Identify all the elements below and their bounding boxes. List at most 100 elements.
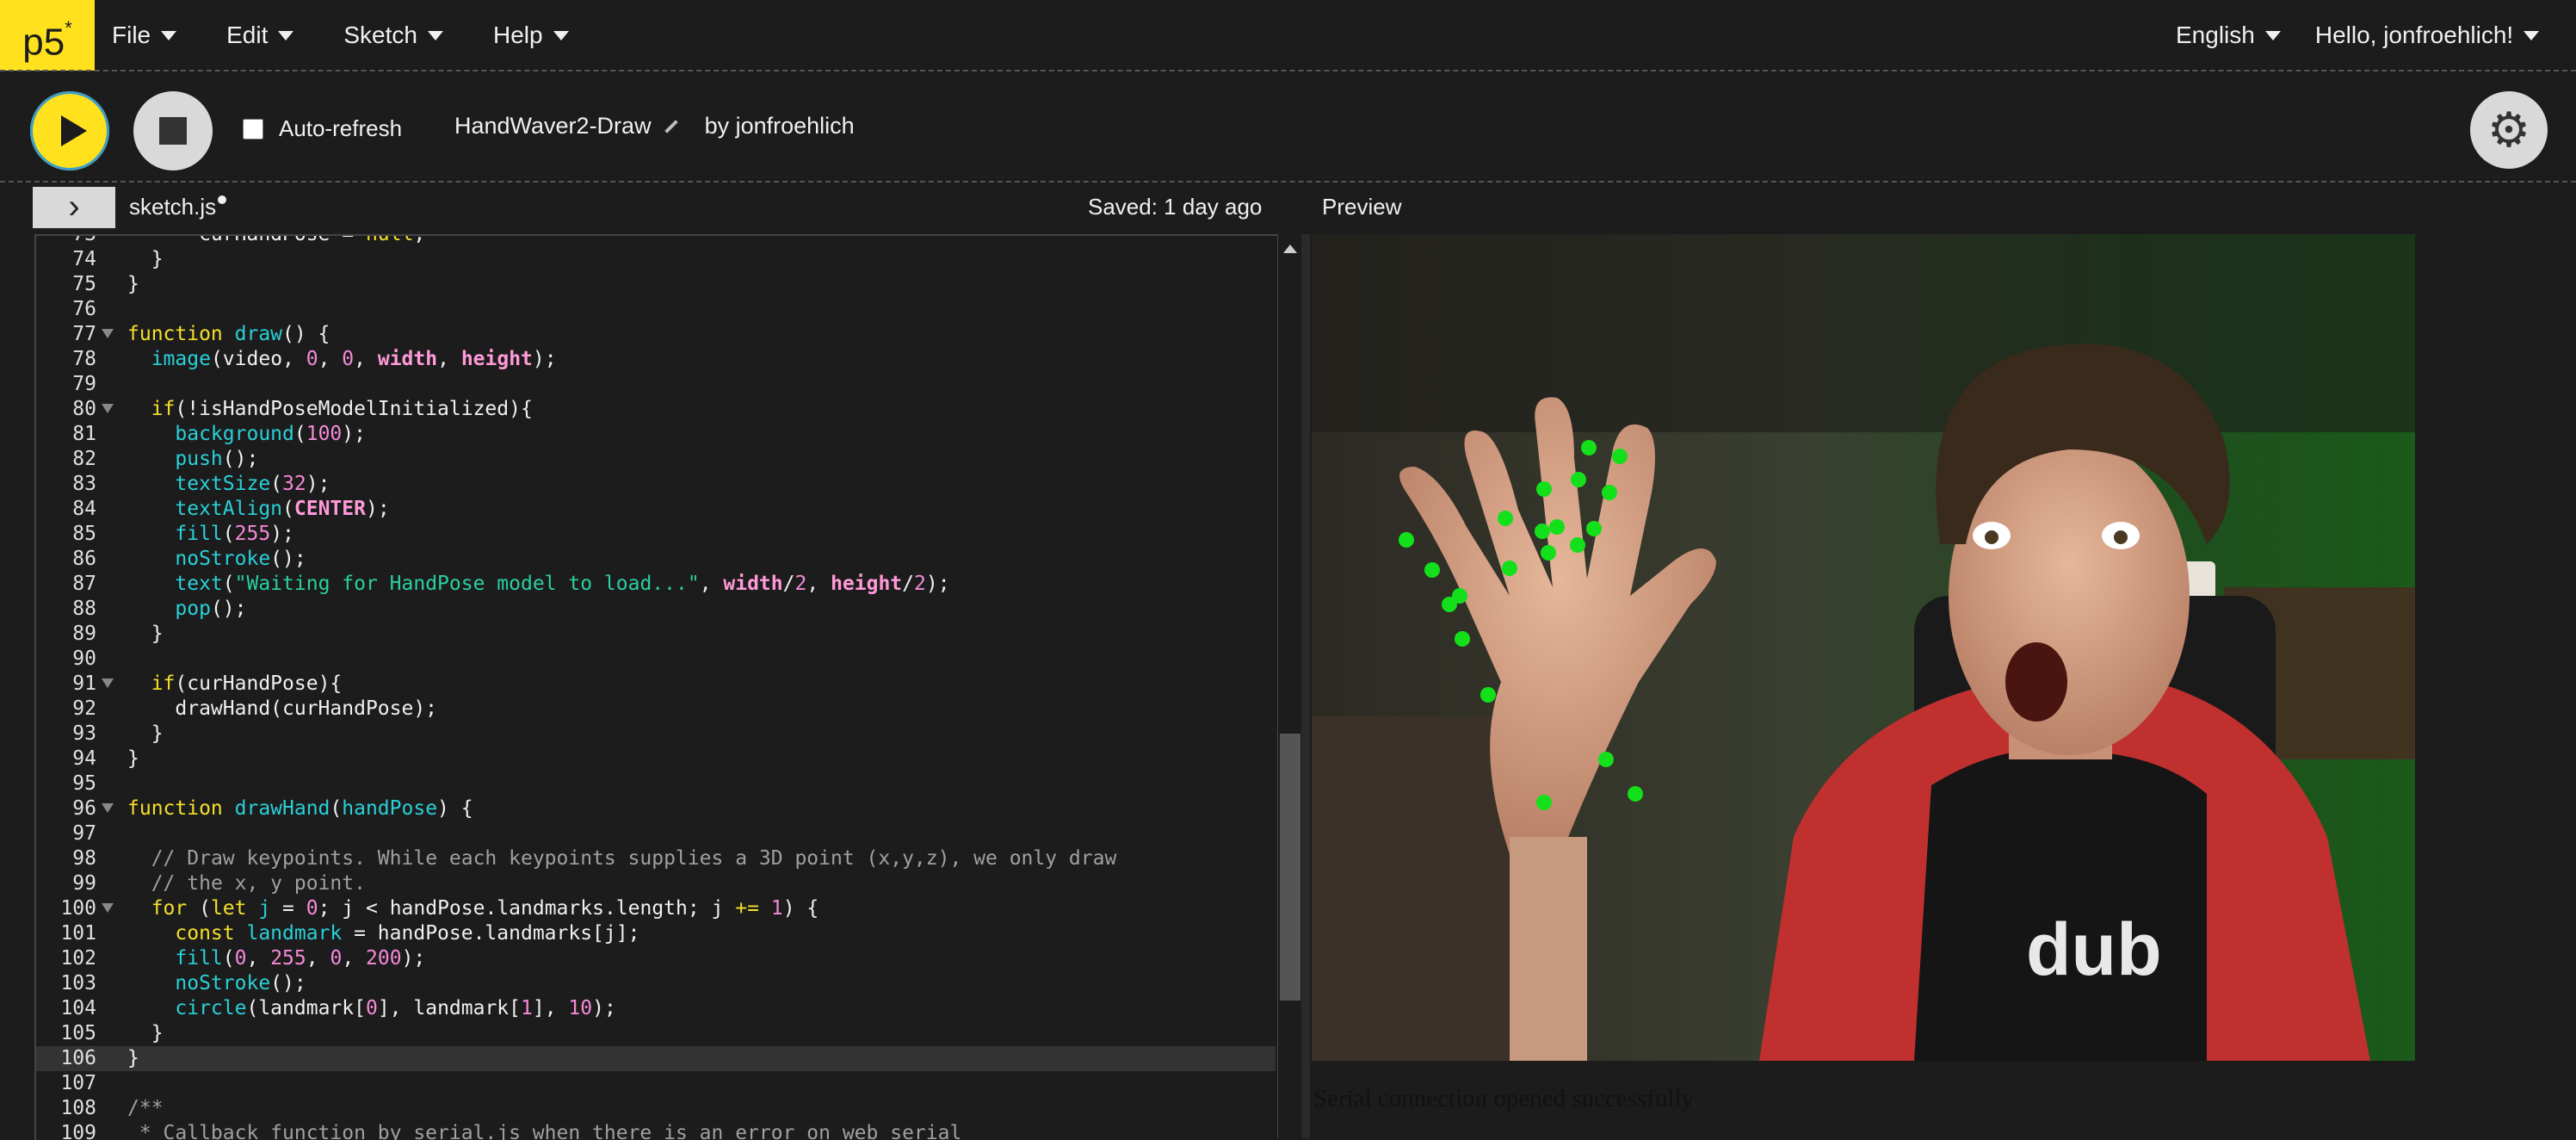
code-text[interactable]: background(100);	[127, 422, 366, 447]
menu-help[interactable]: Help	[493, 22, 569, 49]
scroll-up-icon[interactable]	[1283, 245, 1297, 253]
code-text[interactable]: fill(255);	[127, 522, 294, 547]
code-line[interactable]: 93 }	[36, 722, 1276, 747]
code-line[interactable]: 104 circle(landmark[0], landmark[1], 10)…	[36, 996, 1276, 1021]
line-number: 92	[72, 697, 96, 720]
line-number: 86	[72, 548, 96, 570]
code-text[interactable]: // Draw keypoints. While each keypoints …	[127, 846, 1117, 871]
code-editor[interactable]: 73 curHandPose = null; 74 } 75} 76 77 functio…	[34, 234, 1277, 1140]
code-text[interactable]: textAlign(CENTER);	[127, 497, 389, 522]
settings-button[interactable]: ⚙	[2470, 91, 2548, 169]
code-line[interactable]: 105 }	[36, 1021, 1276, 1046]
code-text[interactable]: * Callback function by serial.js when th…	[127, 1121, 961, 1140]
keypoint-dot	[1549, 519, 1565, 535]
code-text[interactable]: }	[127, 272, 139, 297]
code-text[interactable]: }	[127, 1021, 164, 1046]
p5-logo[interactable]: p5*	[0, 0, 95, 71]
pane-divider[interactable]	[1301, 234, 1310, 1138]
code-text[interactable]: noStroke();	[127, 547, 306, 572]
code-line[interactable]: 95	[36, 771, 1276, 796]
code-line[interactable]: 98 // Draw keypoints. While each keypoin…	[36, 846, 1276, 871]
code-line[interactable]: 91 if(curHandPose){	[36, 672, 1276, 697]
sketch-canvas[interactable]: dub	[1312, 234, 2415, 1061]
code-text[interactable]: }	[127, 722, 164, 747]
editor-scrollbar[interactable]	[1277, 234, 1302, 1138]
code-line[interactable]: 102 fill(0, 255, 0, 200);	[36, 946, 1276, 971]
auto-refresh-checkbox[interactable]	[243, 118, 263, 139]
code-line[interactable]: 73 curHandPose = null;	[36, 236, 1276, 247]
code-text[interactable]: pop();	[127, 597, 246, 622]
menu-file[interactable]: File	[112, 22, 177, 49]
code-line[interactable]: 99 // the x, y point.	[36, 871, 1276, 896]
code-line[interactable]: 75}	[36, 272, 1276, 297]
code-text[interactable]: if(curHandPose){	[127, 672, 343, 697]
code-line[interactable]: 84 textAlign(CENTER);	[36, 497, 1276, 522]
menu-edit[interactable]: Edit	[226, 22, 294, 49]
code-text[interactable]: if(!isHandPoseModelInitialized){	[127, 397, 533, 422]
code-text[interactable]: image(video, 0, 0, width, height);	[127, 347, 557, 372]
code-line[interactable]: 89 }	[36, 622, 1276, 647]
code-line[interactable]: 100 for (let j = 0; j < handPose.landmar…	[36, 896, 1276, 921]
code-text[interactable]: text("Waiting for HandPose model to load…	[127, 572, 949, 597]
code-line[interactable]: 77 function draw() {	[36, 322, 1276, 347]
fold-arrow-icon[interactable]	[102, 329, 114, 338]
code-line[interactable]: 83 textSize(32);	[36, 472, 1276, 497]
fold-arrow-icon[interactable]	[102, 404, 114, 413]
code-text[interactable]: curHandPose = null;	[127, 236, 425, 247]
code-text[interactable]: fill(0, 255, 0, 200);	[127, 946, 425, 971]
code-text[interactable]: }	[127, 1046, 139, 1071]
auto-refresh-toggle[interactable]: Auto-refresh	[243, 115, 402, 142]
code-line[interactable]: 90	[36, 647, 1276, 672]
code-line[interactable]: 80 if(!isHandPoseModelInitialized){	[36, 397, 1276, 422]
pencil-icon[interactable]	[664, 119, 678, 133]
code-line[interactable]: 85 fill(255);	[36, 522, 1276, 547]
code-text[interactable]: drawHand(curHandPose);	[127, 697, 437, 722]
user-menu[interactable]: Hello, jonfroehlich!	[2315, 22, 2540, 49]
code-line[interactable]: 76	[36, 297, 1276, 322]
code-line[interactable]: 78 image(video, 0, 0, width, height);	[36, 347, 1276, 372]
language-menu[interactable]: English	[2176, 22, 2281, 49]
code-line[interactable]: 81 background(100);	[36, 422, 1276, 447]
code-line[interactable]: 82 push();	[36, 447, 1276, 472]
code-line[interactable]: 86 noStroke();	[36, 547, 1276, 572]
code-line[interactable]: 96 function drawHand(handPose) {	[36, 796, 1276, 821]
code-line[interactable]: 108 /**	[36, 1096, 1276, 1121]
code-text[interactable]: function draw() {	[127, 322, 330, 347]
fold-arrow-icon[interactable]	[102, 678, 114, 688]
menu-sketch[interactable]: Sketch	[343, 22, 443, 49]
scrollbar-thumb[interactable]	[1280, 734, 1300, 1001]
code-line[interactable]: 87 text("Waiting for HandPose model to l…	[36, 572, 1276, 597]
code-line[interactable]: 107	[36, 1071, 1276, 1096]
code-text[interactable]: }	[127, 247, 164, 272]
code-line[interactable]: 97	[36, 821, 1276, 846]
code-lines[interactable]: 73 curHandPose = null; 74 } 75} 76 77 functio…	[36, 236, 1276, 1140]
code-line[interactable]: 109 * Callback function by serial.js whe…	[36, 1121, 1276, 1140]
code-text[interactable]: // the x, y point.	[127, 871, 366, 896]
code-text[interactable]: function drawHand(handPose) {	[127, 796, 473, 821]
code-text[interactable]: push();	[127, 447, 258, 472]
expand-sidebar-button[interactable]: ›	[33, 187, 115, 228]
code-text[interactable]: const landmark = handPose.landmarks[j];	[127, 921, 639, 946]
code-line[interactable]: 94}	[36, 747, 1276, 771]
code-text[interactable]: }	[127, 747, 139, 771]
play-button[interactable]	[30, 91, 109, 170]
code-text[interactable]: circle(landmark[0], landmark[1], 10);	[127, 996, 615, 1021]
code-line[interactable]: 79	[36, 372, 1276, 397]
code-line[interactable]: 92 drawHand(curHandPose);	[36, 697, 1276, 722]
code-text[interactable]: textSize(32);	[127, 472, 330, 497]
stop-button[interactable]	[133, 91, 213, 170]
fold-arrow-icon[interactable]	[102, 803, 114, 813]
code-line[interactable]: 106}	[36, 1046, 1276, 1071]
code-line[interactable]: 101 const landmark = handPose.landmarks[…	[36, 921, 1276, 946]
code-line[interactable]: 88 pop();	[36, 597, 1276, 622]
code-text[interactable]: /**	[127, 1096, 164, 1121]
code-line[interactable]: 74 }	[36, 247, 1276, 272]
file-tab[interactable]: sketch.js	[129, 194, 227, 220]
sketch-author[interactable]: by jonfroehlich	[705, 113, 855, 139]
sketch-name[interactable]: HandWaver2-Draw	[454, 113, 652, 139]
fold-arrow-icon[interactable]	[102, 903, 114, 913]
code-text[interactable]: for (let j = 0; j < handPose.landmarks.l…	[127, 896, 819, 921]
code-text[interactable]: noStroke();	[127, 971, 306, 996]
code-text[interactable]: }	[127, 622, 164, 647]
code-line[interactable]: 103 noStroke();	[36, 971, 1276, 996]
